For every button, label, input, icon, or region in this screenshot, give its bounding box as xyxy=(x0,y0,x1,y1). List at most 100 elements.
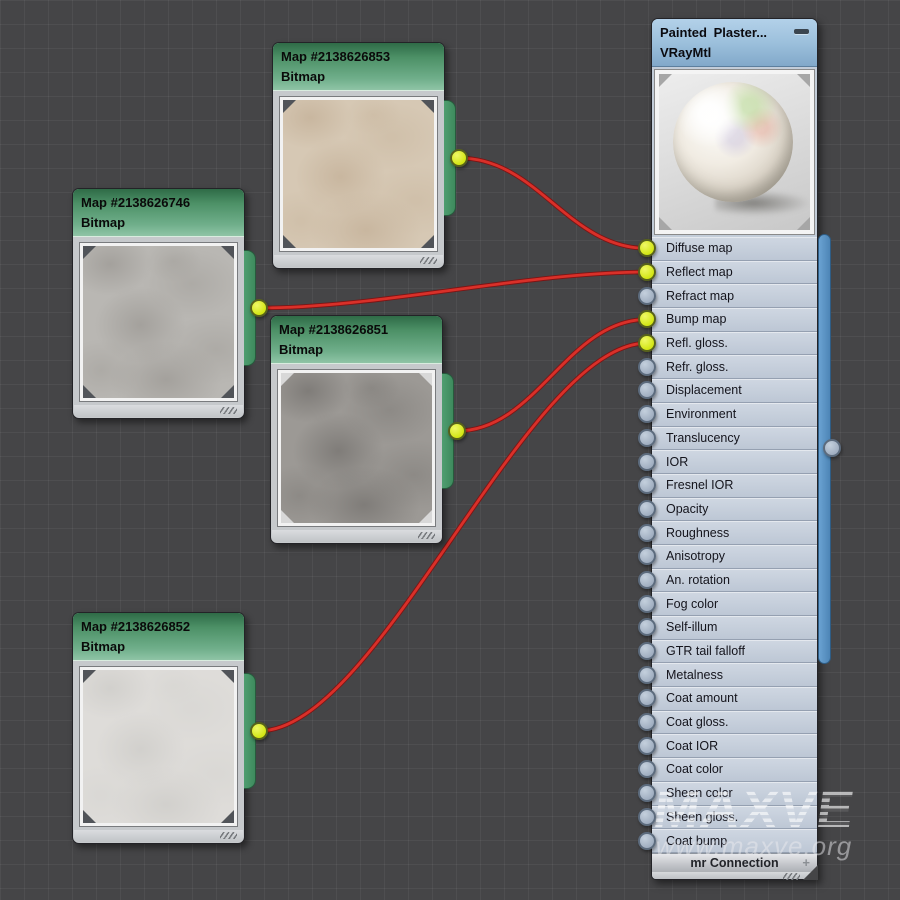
output-socket[interactable] xyxy=(250,299,268,317)
node-footer xyxy=(274,255,443,267)
node-titlebar[interactable]: Map #2138626746 Bitmap xyxy=(73,189,244,237)
mr-connection-label: mr Connection xyxy=(690,856,778,870)
node-bitmap-746[interactable]: Map #2138626746 Bitmap xyxy=(72,188,245,419)
corner-mark-icon xyxy=(283,100,296,113)
texture-preview[interactable] xyxy=(79,242,238,402)
texture-image xyxy=(83,670,234,823)
texture-preview[interactable] xyxy=(277,369,436,527)
corner-mark-icon xyxy=(421,235,434,248)
input-socket[interactable] xyxy=(638,737,656,755)
node-bitmap-851[interactable]: Map #2138626851 Bitmap xyxy=(270,315,443,544)
input-socket[interactable] xyxy=(638,642,656,660)
corner-mark-icon xyxy=(281,510,294,523)
input-socket[interactable] xyxy=(638,689,656,707)
node-bitmap-853[interactable]: Map #2138626853 Bitmap xyxy=(272,42,445,269)
corner-mark-icon xyxy=(83,810,96,823)
input-socket[interactable] xyxy=(638,595,656,613)
input-socket[interactable] xyxy=(638,263,656,281)
input-socket[interactable] xyxy=(638,571,656,589)
slot-row: Displacement xyxy=(652,379,817,403)
texture-preview[interactable] xyxy=(79,666,238,827)
node-titlebar[interactable]: Map #2138626852 Bitmap xyxy=(73,613,244,661)
connection-wire[interactable] xyxy=(457,319,647,431)
input-socket[interactable] xyxy=(638,832,656,850)
slot-row: IOR xyxy=(652,450,817,474)
input-socket[interactable] xyxy=(638,547,656,565)
input-socket[interactable] xyxy=(638,476,656,494)
input-socket[interactable] xyxy=(638,358,656,376)
input-socket[interactable] xyxy=(638,310,656,328)
slot-row: Reflect map xyxy=(652,261,817,285)
material-sphere xyxy=(673,82,793,202)
slot-label: Refr. gloss. xyxy=(666,360,729,374)
input-socket[interactable] xyxy=(638,713,656,731)
slot-label: Sheen gloss. xyxy=(666,810,738,824)
input-socket[interactable] xyxy=(638,334,656,352)
slot-row: GTR tail falloff xyxy=(652,640,817,664)
input-socket[interactable] xyxy=(638,666,656,684)
material-output-socket[interactable] xyxy=(823,439,841,457)
slot-list: Diffuse mapReflect mapRefract mapBump ma… xyxy=(652,237,817,853)
node-title: Map #2138626851 xyxy=(279,320,442,340)
input-socket[interactable] xyxy=(638,381,656,399)
slot-label: Environment xyxy=(666,407,736,421)
corner-mark-icon xyxy=(283,235,296,248)
corner-mark-icon xyxy=(421,100,434,113)
slot-row: Opacity xyxy=(652,498,817,522)
slot-row: Coat IOR xyxy=(652,734,817,758)
texture-preview[interactable] xyxy=(279,96,438,252)
slot-label: Metalness xyxy=(666,668,723,682)
slot-label: Coat IOR xyxy=(666,739,718,753)
mr-connection-section[interactable]: mr Connection + xyxy=(652,853,817,872)
node-titlebar[interactable]: Map #2138626851 Bitmap xyxy=(271,316,442,364)
node-vraymtl-painted-plaster[interactable]: Painted Plaster... VRayMtl Diffuse mapRe… xyxy=(651,18,818,880)
corner-mark-icon xyxy=(797,217,810,230)
resize-grip-icon[interactable] xyxy=(418,532,435,539)
output-socket[interactable] xyxy=(448,422,466,440)
slot-label: Refract map xyxy=(666,289,734,303)
corner-mark-icon xyxy=(419,373,432,386)
input-socket[interactable] xyxy=(638,760,656,778)
output-socket[interactable] xyxy=(450,149,468,167)
input-socket[interactable] xyxy=(638,524,656,542)
node-bitmap-852[interactable]: Map #2138626852 Bitmap xyxy=(72,612,245,844)
resize-grip-icon[interactable] xyxy=(420,257,437,264)
output-socket[interactable] xyxy=(250,722,268,740)
input-socket[interactable] xyxy=(638,287,656,305)
slot-label: An. rotation xyxy=(666,573,730,587)
slot-label: Self-illum xyxy=(666,620,717,634)
slot-row: Refl. gloss. xyxy=(652,332,817,356)
corner-mark-icon xyxy=(221,246,234,259)
node-type-label: Bitmap xyxy=(281,67,444,87)
slot-row: Refract map xyxy=(652,284,817,308)
input-socket[interactable] xyxy=(638,784,656,802)
input-socket[interactable] xyxy=(638,808,656,826)
collapse-minus-icon[interactable] xyxy=(794,29,809,34)
resize-grip-icon[interactable] xyxy=(220,407,237,414)
input-socket[interactable] xyxy=(638,239,656,257)
texture-image xyxy=(283,100,434,248)
input-socket[interactable] xyxy=(638,618,656,636)
resize-grip-icon[interactable] xyxy=(783,873,800,880)
slot-row: Environment xyxy=(652,403,817,427)
node-title: Map #2138626852 xyxy=(81,617,244,637)
connection-wire[interactable] xyxy=(459,158,647,248)
input-socket[interactable] xyxy=(638,500,656,518)
corner-mark-icon xyxy=(797,74,810,87)
material-sphere-preview[interactable] xyxy=(655,70,814,234)
input-socket[interactable] xyxy=(638,429,656,447)
node-title: Map #2138626853 xyxy=(281,47,444,67)
expand-plus-icon[interactable]: + xyxy=(802,855,810,870)
node-footer xyxy=(272,530,441,542)
input-socket[interactable] xyxy=(638,405,656,423)
input-socket[interactable] xyxy=(638,453,656,471)
resize-grip-icon[interactable] xyxy=(220,832,237,839)
slate-material-editor-view: Map #2138626853 Bitmap Map #2138626746 B… xyxy=(0,0,900,900)
slot-label: Coat gloss. xyxy=(666,715,729,729)
node-titlebar[interactable]: Map #2138626853 Bitmap xyxy=(273,43,444,91)
slot-label: Bump map xyxy=(666,312,726,326)
node-footer xyxy=(74,405,243,417)
node-titlebar[interactable]: Painted Plaster... VRayMtl xyxy=(652,19,817,67)
connection-wire[interactable] xyxy=(259,272,647,308)
slot-label: GTR tail falloff xyxy=(666,644,745,658)
